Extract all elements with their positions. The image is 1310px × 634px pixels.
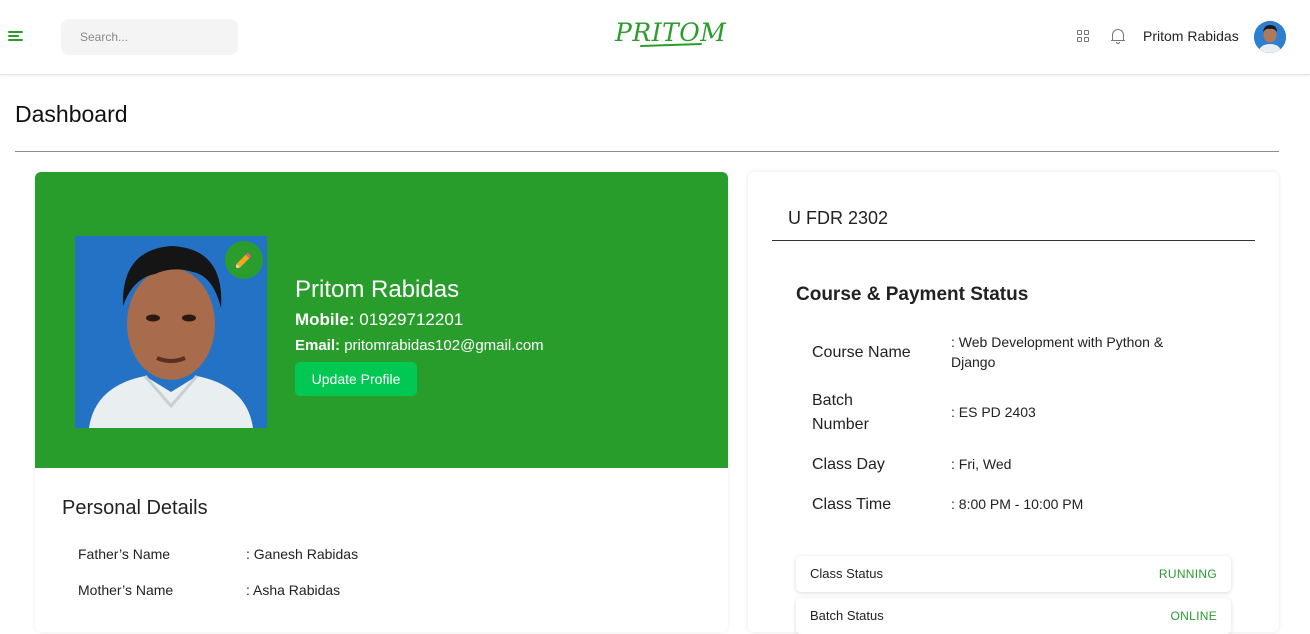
profile-mobile: Mobile: 01929712201 [295, 310, 463, 330]
search-input[interactable] [61, 19, 238, 55]
update-profile-button[interactable]: Update Profile [295, 362, 417, 396]
class-status-value: RUNNING [1158, 567, 1217, 581]
batch-divider [772, 240, 1255, 241]
email-label: Email: [295, 337, 341, 354]
mobile-value: 01929712201 [359, 310, 464, 329]
mobile-label: Mobile: [295, 310, 355, 329]
email-value: pritomrabidas102@gmail.com [344, 337, 544, 354]
batch-number-value: : ES PD 2403 [951, 404, 1036, 420]
father-name-label: Father’s Name [78, 546, 171, 562]
course-payment-title: Course & Payment Status [796, 284, 1029, 305]
mother-name-value: : Asha Rabidas [246, 582, 341, 598]
batch-code: U FDR 2302 [788, 208, 889, 228]
course-name-label: Course Name [812, 344, 911, 361]
class-status-label: Class Status [810, 566, 883, 581]
brand-logo[interactable]: PRITOM [615, 18, 726, 47]
class-time-label: Class Time [812, 496, 892, 513]
page-title: Dashboard [15, 101, 128, 127]
course-name-value: : Web Development with Python & Django [951, 334, 1164, 370]
course-card: U FDR 2302 Course & Payment Status Cours… [748, 172, 1279, 634]
user-avatar[interactable] [1254, 21, 1286, 53]
batch-status-label: Batch Status [810, 608, 884, 623]
class-status-row: Class Status RUNNING [796, 556, 1231, 592]
profile-name: Pritom Rabidas [295, 276, 460, 303]
hamburger-menu-icon[interactable] [8, 31, 24, 45]
apps-grid-icon[interactable] [1077, 30, 1090, 43]
class-day-label: Class Day [812, 456, 885, 473]
title-divider [15, 151, 1279, 152]
batch-status-value: ONLINE [1170, 609, 1217, 623]
batch-status-row: Batch Status ONLINE [796, 598, 1231, 634]
pencil-icon [235, 252, 252, 269]
profile-email: Email: pritomrabidas102@gmail.com [295, 337, 544, 354]
top-navbar: PRITOM Pritom Rabidas [0, 0, 1310, 75]
batch-number-label: Batch Number [812, 392, 869, 433]
class-time-value: : 8:00 PM - 10:00 PM [951, 496, 1084, 512]
edit-photo-button[interactable] [225, 241, 263, 279]
class-day-value: : Fri, Wed [951, 456, 1012, 472]
personal-details-title: Personal Details [62, 497, 208, 519]
father-name-value: : Ganesh Rabidas [246, 546, 359, 562]
header-user-name[interactable]: Pritom Rabidas [1143, 28, 1239, 44]
profile-banner: Pritom Rabidas Mobile: 01929712201 Email… [35, 172, 728, 468]
notification-bell-icon[interactable] [1111, 28, 1125, 45]
profile-card: Pritom Rabidas Mobile: 01929712201 Email… [35, 172, 728, 632]
mother-name-label: Mother’s Name [78, 582, 174, 598]
